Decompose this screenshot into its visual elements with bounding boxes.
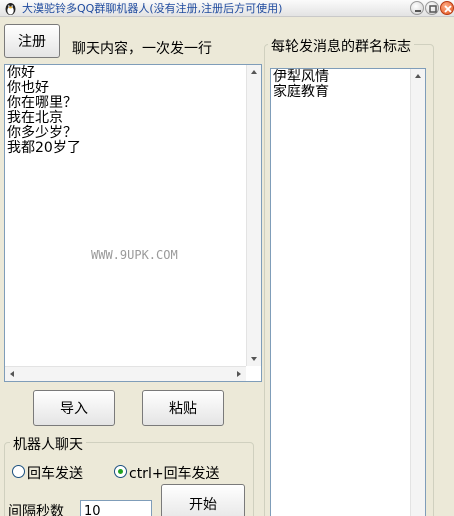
- maximize-button[interactable]: [425, 1, 439, 15]
- group-names-textarea[interactable]: 伊犁风情 家庭教育: [270, 68, 426, 516]
- group-names-text: 伊犁风情 家庭教育: [273, 69, 329, 100]
- scroll-right-arrow-icon[interactable]: [237, 371, 241, 377]
- chat-content-textarea[interactable]: 你好 你也好 你在哪里？ 我在北京 你多少岁？ 我都20岁了 WWW.9UPK.…: [4, 64, 262, 382]
- chat-content-text: 你好 你也好 你在哪里？ 我在北京 你多少岁？ 我都20岁了: [7, 65, 81, 156]
- watermark-text: WWW.9UPK.COM: [91, 248, 178, 262]
- scroll-up-arrow-icon[interactable]: [415, 74, 421, 78]
- interval-seconds-label: 间隔秒数: [8, 504, 64, 516]
- chat-vertical-scrollbar[interactable]: [246, 65, 261, 366]
- minimize-button[interactable]: [410, 1, 424, 15]
- close-icon: [444, 5, 452, 13]
- import-button[interactable]: 导入: [33, 390, 115, 426]
- radio-enter-send[interactable]: [12, 465, 25, 478]
- robot-app-icon: [5, 3, 16, 15]
- scroll-up-arrow-icon[interactable]: [251, 70, 257, 74]
- chat-content-heading: 聊天内容，一次发一行: [72, 41, 212, 57]
- robot-chat-group-title: 机器人聊天: [10, 434, 86, 454]
- paste-button[interactable]: 粘贴: [142, 390, 224, 426]
- app-window: 大漠驼铃多QQ群聊机器人(没有注册,注册后方可使用) 注册 聊天内容，一次发一行…: [0, 0, 454, 516]
- minimize-icon: [415, 10, 421, 12]
- window-title: 大漠驼铃多QQ群聊机器人(没有注册,注册后方可使用): [22, 2, 283, 15]
- group-names-heading: 每轮发消息的群名标志: [268, 36, 414, 56]
- interval-seconds-input[interactable]: [80, 500, 152, 516]
- register-button[interactable]: 注册: [4, 24, 60, 58]
- group-names-vertical-scrollbar[interactable]: [410, 69, 425, 516]
- radio-enter-send-label[interactable]: 回车发送: [27, 463, 83, 483]
- radio-ctrl-enter-send-label[interactable]: ctrl+回车发送: [129, 463, 220, 483]
- maximize-icon: [429, 5, 437, 13]
- scroll-down-arrow-icon[interactable]: [251, 357, 257, 361]
- title-bar: 大漠驼铃多QQ群聊机器人(没有注册,注册后方可使用): [0, 0, 454, 17]
- radio-ctrl-enter-send[interactable]: [114, 465, 127, 478]
- chat-horizontal-scrollbar[interactable]: [5, 366, 246, 381]
- start-button[interactable]: 开始: [161, 484, 245, 516]
- scroll-left-arrow-icon[interactable]: [10, 371, 14, 377]
- close-button[interactable]: [440, 1, 454, 15]
